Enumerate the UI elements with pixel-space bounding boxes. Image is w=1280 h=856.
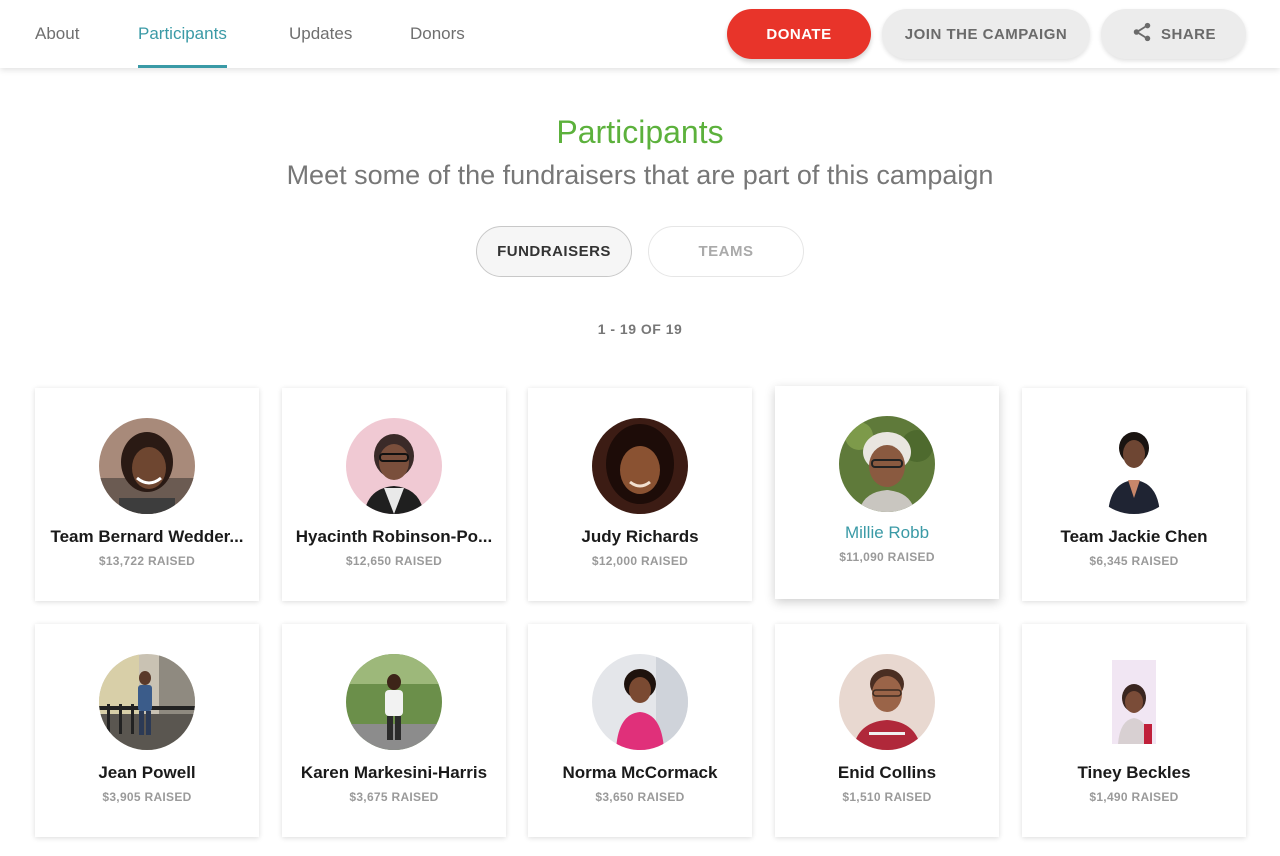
participant-card[interactable]: Judy Richards $12,000 RAISED — [528, 388, 752, 601]
avatar — [346, 654, 442, 750]
top-nav: About Participants Updates Donors DONATE… — [0, 0, 1280, 68]
page-subtitle: Meet some of the fundraisers that are pa… — [286, 160, 994, 190]
participant-name: Norma McCormack — [562, 763, 718, 782]
nav-link-participants-label: Participants — [138, 24, 227, 43]
share-icon — [1131, 21, 1153, 47]
page-title: Participants — [556, 114, 724, 150]
participant-raised: $3,905 RAISED — [102, 790, 192, 804]
fundraisers-toggle-label: FUNDRAISERS — [497, 243, 611, 260]
participant-card[interactable]: Team Jackie Chen $6,345 RAISED — [1022, 388, 1246, 601]
avatar — [592, 418, 688, 514]
participant-name: Tiney Beckles — [1077, 763, 1191, 782]
results-count: 1 - 19 OF 19 — [597, 321, 683, 337]
participant-raised: $1,490 RAISED — [1089, 790, 1179, 804]
participant-name: Team Bernard Wedder... — [50, 527, 244, 546]
participant-card[interactable]: Millie Robb $11,090 RAISED — [775, 386, 999, 599]
avatar — [592, 654, 688, 750]
participant-raised: $1,510 RAISED — [842, 790, 932, 804]
participant-name: Jean Powell — [98, 763, 196, 782]
participant-raised: $12,000 RAISED — [591, 554, 689, 568]
nav-link-participants[interactable]: Participants — [138, 0, 227, 68]
participant-name: Team Jackie Chen — [1060, 527, 1208, 546]
avatar — [346, 418, 442, 514]
participant-name: Karen Markesini-Harris — [300, 763, 488, 782]
avatar — [99, 654, 195, 750]
participant-raised: $6,345 RAISED — [1089, 554, 1179, 568]
donate-button[interactable]: DONATE — [727, 9, 871, 59]
nav-link-updates[interactable]: Updates — [289, 0, 352, 68]
join-campaign-button[interactable]: JOIN THE CAMPAIGN — [882, 9, 1090, 59]
fundraisers-toggle[interactable]: FUNDRAISERS — [476, 226, 632, 277]
teams-toggle[interactable]: TEAMS — [648, 226, 804, 277]
nav-link-about[interactable]: About — [35, 0, 79, 68]
teams-toggle-label: TEAMS — [698, 243, 754, 260]
participant-raised: $3,675 RAISED — [349, 790, 439, 804]
active-tab-underline — [138, 65, 227, 68]
nav-link-donors[interactable]: Donors — [410, 0, 465, 68]
avatar — [1086, 418, 1182, 514]
participant-raised: $11,090 RAISED — [839, 550, 935, 564]
avatar — [839, 654, 935, 750]
avatar — [99, 418, 195, 514]
participant-card[interactable]: Hyacinth Robinson-Po... $12,650 RAISED — [282, 388, 506, 601]
participant-card[interactable]: Enid Collins $1,510 RAISED — [775, 624, 999, 837]
participant-card[interactable]: Karen Markesini-Harris $3,675 RAISED — [282, 624, 506, 837]
share-button-label: SHARE — [1160, 25, 1216, 43]
participant-card[interactable]: Jean Powell $3,905 RAISED — [35, 624, 259, 837]
participant-name: Hyacinth Robinson-Po... — [295, 527, 493, 546]
participant-raised: $3,650 RAISED — [595, 790, 685, 804]
donate-button-label: DONATE — [766, 25, 832, 43]
participant-card[interactable]: Team Bernard Wedder... $13,722 RAISED — [35, 388, 259, 601]
avatar — [1086, 654, 1182, 750]
join-campaign-button-label: JOIN THE CAMPAIGN — [904, 25, 1068, 43]
avatar — [839, 416, 935, 512]
participant-name: Judy Richards — [581, 527, 699, 546]
participant-raised: $13,722 RAISED — [98, 554, 196, 568]
participant-name: Millie Robb — [844, 523, 930, 542]
participant-name: Enid Collins — [837, 763, 937, 782]
participant-raised: $12,650 RAISED — [345, 554, 443, 568]
participant-card[interactable]: Norma McCormack $3,650 RAISED — [528, 624, 752, 837]
share-button[interactable]: SHARE — [1101, 9, 1246, 59]
participant-card[interactable]: Tiney Beckles $1,490 RAISED — [1022, 624, 1246, 837]
